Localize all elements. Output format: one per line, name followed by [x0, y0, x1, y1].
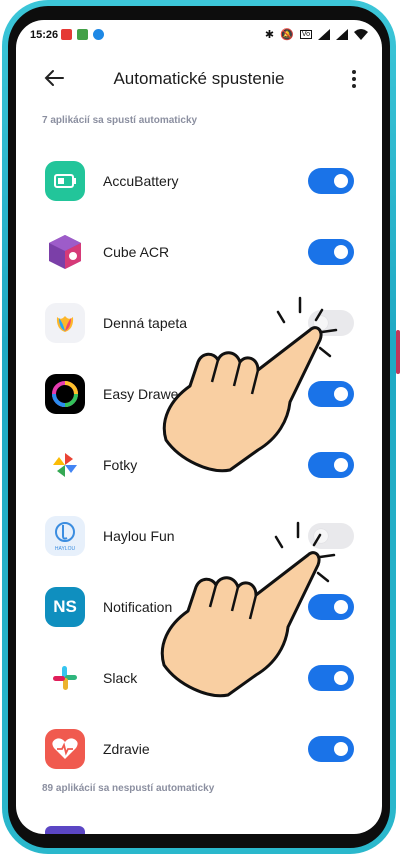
- autostart-toggle[interactable]: [308, 736, 354, 762]
- pinwheel-icon: [45, 445, 85, 485]
- status-time: 15:26: [30, 29, 59, 41]
- tap-hand-icon: [160, 521, 336, 698]
- mute-icon: 🔕: [280, 29, 294, 41]
- section-disabled-label: 89 aplikácií sa nespustí automaticky: [42, 783, 215, 794]
- watch-icon: HAYLOU: [45, 516, 85, 556]
- phone-frame: 15:26 ✱ 🔕 Vo Automatické spustenie 7 apl…: [0, 0, 400, 856]
- status-bar: 15:26 ✱ 🔕 Vo: [16, 20, 382, 50]
- slack-icon: [45, 658, 85, 698]
- ns-letters: NS: [53, 597, 77, 616]
- wifi-icon: [354, 29, 368, 40]
- signal-icon: [318, 29, 330, 40]
- tulip-icon: [45, 303, 85, 343]
- tap-hand-icon: [162, 296, 338, 473]
- notification-red-icon: [61, 29, 72, 40]
- app-name: Fotky: [103, 457, 138, 473]
- cube-icon: [45, 232, 85, 272]
- notification-green-icon: [77, 29, 88, 40]
- app-name: Slack: [103, 670, 138, 686]
- volte-icon: Vo: [299, 30, 312, 39]
- signal-icon: [336, 29, 348, 40]
- app-icon-partial: [45, 826, 85, 834]
- app-bar: Automatické spustenie: [16, 60, 382, 100]
- more-vertical-icon[interactable]: [352, 70, 356, 88]
- bluetooth-icon: ✱: [264, 29, 275, 41]
- heart-icon: [45, 729, 85, 769]
- ns-icon: NS: [45, 587, 85, 627]
- page-title: Automatické spustenie: [113, 69, 285, 88]
- app-name: Cube ACR: [103, 244, 170, 260]
- battery-icon: [45, 161, 85, 201]
- haylou-caption: HAYLOU: [55, 546, 76, 552]
- autostart-toggle[interactable]: [308, 168, 354, 194]
- ring-icon: [45, 374, 85, 414]
- app-name: AccuBattery: [103, 173, 179, 189]
- section-enabled-label: 7 aplikácií sa spustí automaticky: [42, 115, 198, 126]
- list-item: AccuBattery: [16, 161, 382, 232]
- app-name: Zdravie: [103, 741, 150, 757]
- notification-blue-icon: [93, 29, 104, 40]
- side-button: [396, 330, 400, 374]
- autostart-toggle[interactable]: [308, 239, 354, 265]
